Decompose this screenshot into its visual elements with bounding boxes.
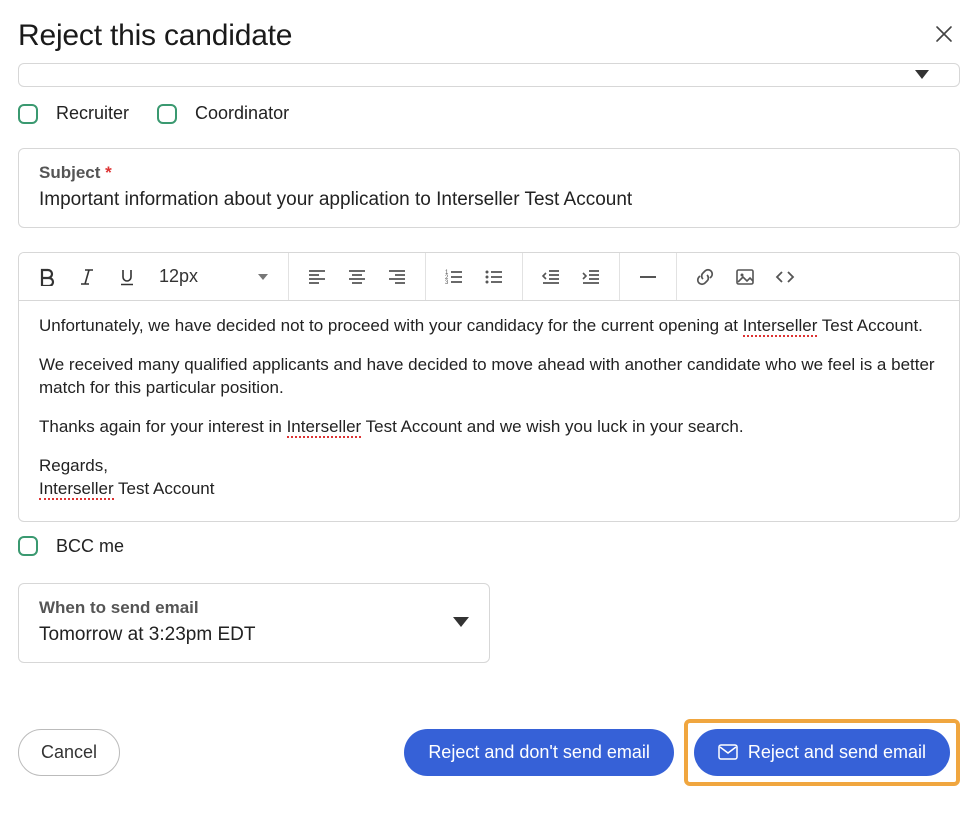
editor-toolbar: 12px 123 [19,253,959,301]
coordinator-label: Coordinator [195,103,289,124]
from-dropdown[interactable] [18,63,960,87]
highlighted-action: Reject and send email [684,719,960,786]
reject-no-email-button[interactable]: Reject and don't send email [404,729,674,776]
underline-button[interactable] [107,257,147,297]
when-to-send-value: Tomorrow at 3:23pm EDT [39,624,255,646]
spellcheck-mark: Interseller [39,479,114,500]
modal-footer: Cancel Reject and don't send email Rejec… [18,719,960,786]
caret-down-icon [453,617,469,627]
ordered-list-button[interactable]: 123 [434,257,474,297]
image-button[interactable] [725,257,765,297]
mail-icon [718,744,738,760]
italic-icon [78,268,96,286]
reject-and-send-button[interactable]: Reject and send email [694,729,950,776]
recruiter-label: Recruiter [56,103,129,124]
code-icon [775,268,795,286]
italic-button[interactable] [67,257,107,297]
font-size-select[interactable]: 12px [147,266,280,287]
subject-field[interactable]: Subject * Important information about yo… [18,148,960,228]
horizontal-rule-icon [638,268,658,286]
image-icon [735,268,755,286]
indent-button[interactable] [571,257,611,297]
recruiter-checkbox[interactable] [18,104,38,124]
align-left-button[interactable] [297,257,337,297]
link-icon [695,267,715,287]
ordered-list-icon: 123 [444,268,464,286]
when-to-send-select[interactable]: When to send email Tomorrow at 3:23pm ED… [18,583,490,663]
outdent-icon [541,268,561,286]
align-left-icon [307,268,327,286]
close-icon [934,24,954,44]
code-button[interactable] [765,257,805,297]
bold-button[interactable] [27,257,67,297]
bcc-label: BCC me [56,536,124,557]
spellcheck-mark: Interseller [287,417,362,438]
cancel-button[interactable]: Cancel [18,729,120,776]
horizontal-rule-button[interactable] [628,257,668,297]
bold-icon [38,268,56,286]
underline-icon [118,268,136,286]
unordered-list-button[interactable] [474,257,514,297]
svg-text:3: 3 [445,280,449,286]
modal-title: Reject this candidate [18,19,292,53]
chevron-down-icon [258,274,268,280]
align-center-icon [347,268,367,286]
outdent-button[interactable] [531,257,571,297]
bcc-checkbox[interactable] [18,536,38,556]
font-size-value: 12px [159,266,198,287]
caret-down-icon [915,70,929,79]
indent-icon [581,268,601,286]
unordered-list-icon [484,268,504,286]
align-center-button[interactable] [337,257,377,297]
link-button[interactable] [685,257,725,297]
close-button[interactable] [928,18,960,53]
align-right-icon [387,268,407,286]
align-right-button[interactable] [377,257,417,297]
spellcheck-mark: Interseller [743,316,818,337]
when-to-send-label: When to send email [39,598,255,618]
coordinator-checkbox[interactable] [157,104,177,124]
subject-value: Important information about your applica… [39,189,939,211]
subject-label: Subject * [39,163,939,183]
editor-content[interactable]: Unfortunately, we have decided not to pr… [19,301,959,521]
email-editor: 12px 123 [18,252,960,522]
